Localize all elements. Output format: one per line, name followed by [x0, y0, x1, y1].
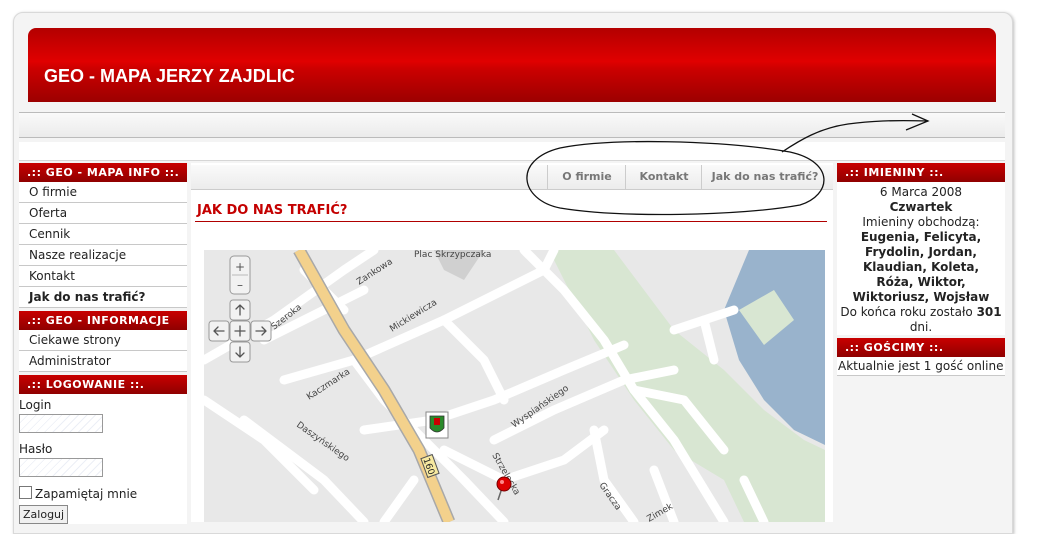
remember-me-checkbox[interactable]: [19, 486, 32, 499]
navigation-bar: [19, 112, 1005, 138]
menu-item-o-firmie[interactable]: O firmie: [19, 182, 187, 203]
location-map[interactable]: Plac Skrzypczaka Zankowa Szeroka Mickiew…: [204, 250, 825, 522]
year-end-countdown: Do końca roku zostało 301 dni.: [840, 305, 1002, 334]
right-column: .:: IMIENINY ::. 6 Marca 2008 Czwartek I…: [837, 163, 1005, 376]
top-menu: O firmie Kontakt Jak do nas trafić?: [191, 165, 833, 190]
zoom-in-button[interactable]: +: [235, 260, 245, 274]
pathway-bar: [19, 142, 1005, 161]
login-input[interactable]: [19, 414, 103, 433]
street-label: Plac Skrzypczaka: [414, 250, 491, 260]
name-line: Eugenia, Felicyta,: [860, 230, 982, 244]
zoom-control: + –: [229, 255, 251, 295]
page-title: JAK DO NAS TRAFIĆ?: [197, 203, 348, 218]
login-button[interactable]: Zaloguj: [19, 505, 69, 524]
menu-item-nasze-realizacje[interactable]: Nasze realizacje: [19, 245, 187, 266]
password-label: Hasło: [19, 442, 53, 456]
guests-online-text: Aktualnie jest 1 gość online: [837, 357, 1005, 376]
menu-item-ciekawe-strony[interactable]: Ciekawe strony: [19, 330, 187, 351]
main-content: O firmie Kontakt Jak do nas trafić? JAK …: [191, 163, 833, 522]
login-title: .:: LOGOWANIE ::.: [19, 375, 187, 394]
remember-me-label: Zapamiętaj mnie: [35, 487, 138, 501]
site-title: GEO - MAPA JERZY ZAJDLIC: [44, 66, 295, 86]
menu-item-oferta[interactable]: Oferta: [19, 203, 187, 224]
top-menu-jak-do-nas-trafic[interactable]: Jak do nas trafić?: [701, 165, 828, 189]
days-left-count: 301: [976, 305, 1002, 319]
main-menu-title: .:: GEO - MAPA INFO ::.: [19, 163, 187, 182]
guests-title: .:: GOŚCIMY ::.: [837, 338, 1005, 357]
name-line: Róża, Wiktor,: [876, 275, 966, 289]
remember-me-row: Zapamiętaj mnie: [19, 485, 187, 503]
zoom-out-button[interactable]: –: [237, 278, 243, 292]
celebrate-label: Imieniny obchodzą:: [862, 215, 980, 229]
name-days-box: 6 Marca 2008 Czwartek Imieniny obchodzą:…: [837, 182, 1005, 335]
login-form: Login Hasło Zapamiętaj mnie Zaloguj: [19, 394, 187, 524]
info-menu-title: .:: GEO - INFORMACJE ::.: [19, 311, 187, 346]
title-divider: [195, 221, 827, 222]
menu-item-administrator[interactable]: Administrator: [19, 351, 187, 372]
name-line: Wiktoriusz, Wojsław: [852, 290, 990, 304]
menu-item-cennik[interactable]: Cennik: [19, 224, 187, 245]
menu-item-kontakt[interactable]: Kontakt: [19, 266, 187, 287]
left-column: .:: GEO - MAPA INFO ::. O firmie Oferta …: [19, 163, 187, 524]
current-date: 6 Marca 2008: [879, 185, 963, 199]
menu-item-jak-do-nas-trafic[interactable]: Jak do nas trafić?: [19, 287, 187, 308]
login-label: Login: [19, 398, 52, 412]
coat-of-arms-icon: [425, 411, 449, 439]
top-menu-o-firmie[interactable]: O firmie: [547, 165, 626, 189]
password-input[interactable]: [19, 458, 103, 477]
name-line: Klaudian, Koleta,: [862, 260, 980, 274]
name-line: Frydolin, Jordan,: [865, 245, 977, 259]
site-banner: GEO - MAPA JERZY ZAJDLIC: [28, 28, 996, 102]
name-days-title: .:: IMIENINY ::.: [837, 163, 1005, 182]
weekday: Czwartek: [889, 200, 953, 214]
top-menu-kontakt[interactable]: Kontakt: [625, 165, 702, 189]
